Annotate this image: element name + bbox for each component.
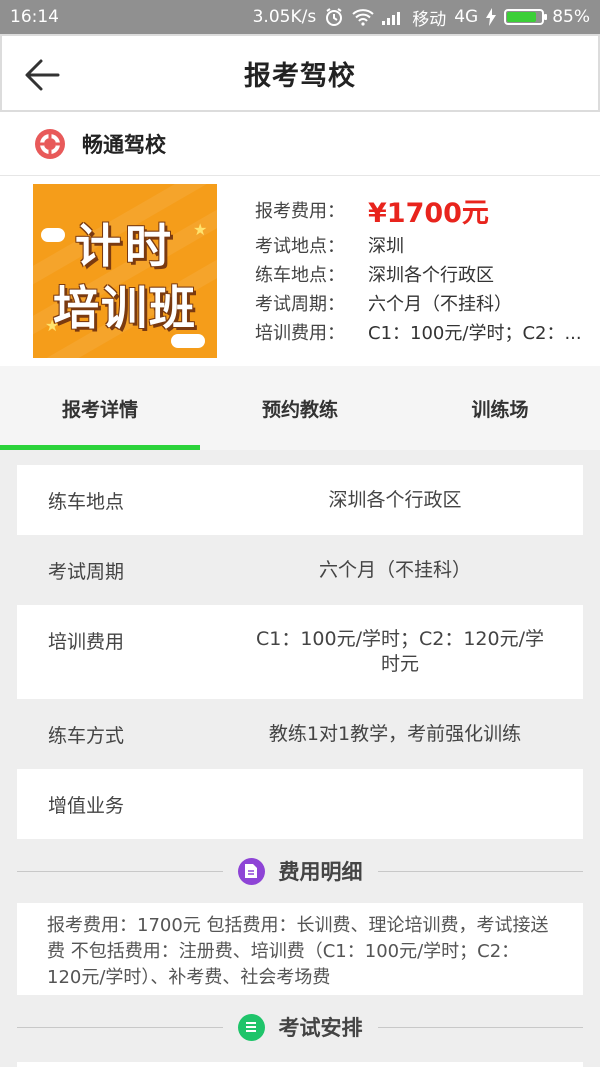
tab-book-coach[interactable]: 预约教练 (200, 366, 400, 450)
school-row: 畅通驾校 (0, 112, 600, 176)
exam-place-value: 深圳 (368, 235, 404, 257)
info-details: 报考费用： ¥1700元 考试地点： 深圳 练车地点： 深圳各个行政区 考试周期… (255, 184, 593, 366)
status-time: 16:14 (10, 7, 59, 27)
tab-bar: 报考详情 预约教练 训练场 (0, 366, 600, 450)
exam-place-row: 考试地点： 深圳 (255, 230, 593, 259)
battery-percent: 85% (552, 7, 590, 27)
training-fee-value: C1：100元/学时；C2：... (368, 322, 582, 344)
detail-list: 练车地点 深圳各个行政区 考试周期 六个月（不挂科） 培训费用 C1：100元/… (0, 450, 600, 839)
network-speed: 3.05K/s (252, 7, 317, 27)
tab-label: 报考详情 (61, 398, 138, 421)
school-info: ★ ★ 计时 培训班 报考费用： ¥1700元 考试地点： 深圳 练车地点： 深… (0, 176, 600, 366)
back-arrow-icon (25, 59, 60, 91)
fee-label: 报考费用： (255, 201, 345, 222)
detail-key: 培训费用 (48, 631, 125, 653)
exam-schedule-title: 考试安排 (278, 1016, 363, 1040)
school-name: 畅通驾校 (82, 132, 166, 157)
practice-place-value: 深圳各个行政区 (368, 264, 494, 286)
network-type: 4G (454, 7, 479, 27)
tab-training-ground[interactable]: 训练场 (400, 366, 600, 450)
training-fee-row: 培训费用： C1：100元/学时；C2：... (255, 317, 593, 346)
detail-key: 练车地点 (48, 490, 125, 513)
wifi-icon (352, 8, 374, 26)
exam-place-label: 考试地点： (255, 235, 345, 257)
practice-place-label: 练车地点： (255, 264, 345, 286)
page-title: 报考驾校 (244, 60, 356, 92)
document-icon (237, 857, 265, 885)
poster-line-1: 计时 (75, 219, 175, 273)
fee-notes: 报考费用：1700元 包括费用：长训费、理论培训费，考试接送费 不包括费用：注册… (17, 903, 583, 995)
detail-key: 增值业务 (48, 794, 125, 817)
divider (17, 870, 223, 872)
list-item: 增值业务 (17, 769, 583, 839)
practice-place-row: 练车地点： 深圳各个行政区 (255, 259, 593, 288)
list-item: 培训费用 C1：100元/学时；C2：120元/学时元 (17, 605, 583, 699)
fee-row: 报考费用： ¥1700元 (255, 190, 593, 230)
tab-label: 预约教练 (261, 398, 338, 421)
list-item: 练车地点 深圳各个行政区 (17, 465, 583, 535)
active-tab-indicator (0, 445, 200, 450)
divider (377, 1026, 583, 1028)
back-button[interactable] (22, 55, 62, 95)
exam-schedule-header: 考试安排 (0, 995, 600, 1059)
divider (377, 870, 583, 872)
alarm-icon (324, 7, 344, 27)
signal-icon (382, 9, 404, 25)
tab-registration-details[interactable]: 报考详情 (0, 366, 200, 450)
app-header: 报考驾校 (0, 34, 600, 112)
carrier-name: 移动 (412, 9, 447, 30)
status-bar: 16:14 3.05K/s 移动 4G 85% (0, 0, 600, 34)
fee-detail-header: 费用明细 (0, 839, 600, 903)
fee-value: ¥1700元 (368, 197, 489, 229)
poster-line-2: 培训班 (53, 281, 197, 335)
detail-value: C1：100元/学时；C2：120元/学时元 (255, 628, 545, 675)
divider (17, 1026, 223, 1028)
course-poster: ★ ★ 计时 培训班 (33, 184, 217, 358)
list-item: 考试周期 六个月（不挂科） (17, 535, 583, 605)
detail-key: 练车方式 (48, 724, 125, 747)
list-item: 练车方式 教练1对1教学，考前强化训练 (17, 699, 583, 769)
training-fee-label: 培训费用： (255, 322, 345, 344)
detail-value: 六个月（不挂科） (318, 558, 471, 581)
school-logo-icon (35, 128, 65, 159)
detail-key: 考试周期 (48, 560, 125, 583)
exam-schedule-content (17, 1062, 583, 1067)
detail-value: 教练1对1教学，考前强化训练 (268, 722, 522, 745)
list-icon (237, 1013, 265, 1041)
tab-label: 训练场 (471, 398, 529, 421)
battery-icon (504, 9, 548, 25)
charging-icon (486, 8, 497, 26)
fee-detail-title: 费用明细 (278, 860, 363, 884)
detail-value: 深圳各个行政区 (328, 488, 462, 511)
exam-cycle-label: 考试周期： (255, 293, 345, 315)
exam-cycle-value: 六个月（不挂科） (368, 293, 512, 315)
exam-cycle-row: 考试周期： 六个月（不挂科） (255, 288, 593, 317)
